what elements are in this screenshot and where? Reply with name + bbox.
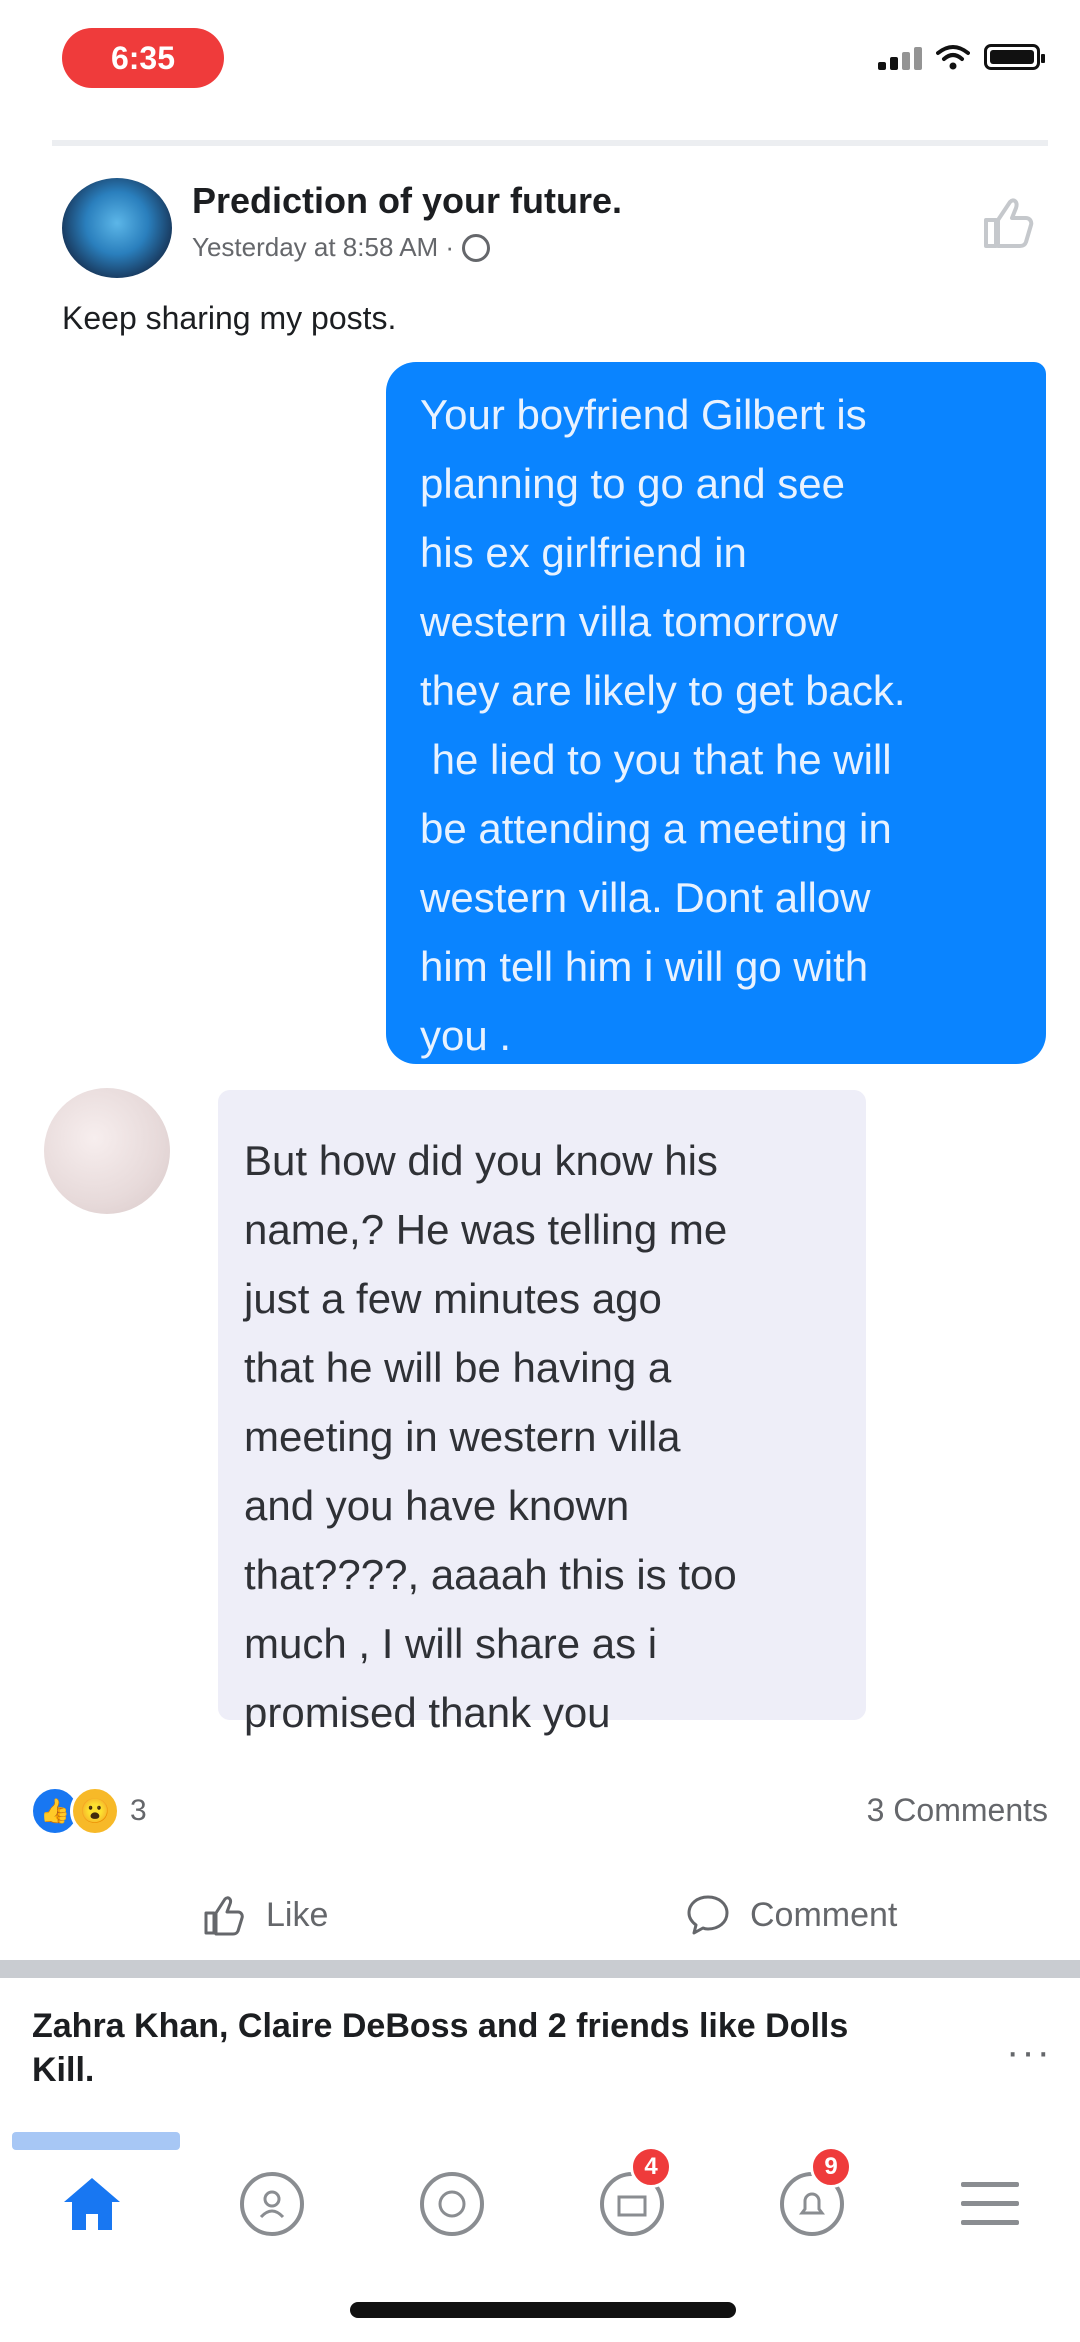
tab-menu[interactable]	[940, 2160, 1040, 2248]
incoming-message-bubble: But how did you know his name,? He was t…	[218, 1090, 866, 1736]
message-line: his ex girlfriend in	[420, 529, 747, 576]
message-line: be attending a meeting in	[420, 805, 892, 852]
outgoing-message-bubble: Your boyfriend Gilbert is planning to go…	[386, 362, 1046, 1064]
home-icon	[64, 2178, 120, 2230]
friends-activity-text[interactable]: Zahra Khan, Claire DeBoss and 2 friends …	[32, 2004, 912, 2092]
comments-count-link[interactable]: 3 Comments	[867, 1792, 1048, 1829]
comment-button[interactable]: Comment	[684, 1880, 897, 1950]
message-line: him tell him i will go with	[420, 943, 869, 990]
globe-icon	[462, 233, 491, 262]
like-button[interactable]: Like	[200, 1880, 328, 1950]
message-line: western villa tomorrow	[420, 598, 838, 645]
tab-marketplace[interactable]: 4	[582, 2146, 682, 2248]
tab-groups[interactable]	[402, 2160, 502, 2248]
page-avatar[interactable]	[62, 178, 172, 278]
more-options-icon[interactable]: ···	[1006, 2030, 1052, 2075]
post-caption: Keep sharing my posts.	[62, 300, 397, 336]
post-top-divider	[52, 140, 1048, 146]
message-line: they are likely to get back.	[420, 667, 906, 714]
message-line: that????, aaaah this is too	[244, 1551, 737, 1598]
thumbs-up-icon	[204, 1896, 244, 1936]
message-line: you .	[420, 1012, 512, 1059]
message-line: and you have known	[244, 1482, 630, 1529]
friends-icon	[240, 2172, 304, 2236]
message-line: much , I will share as i	[244, 1620, 658, 1667]
status-time: 6:35	[62, 28, 224, 88]
feed-separator	[0, 1960, 1080, 1978]
comment-label: Comment	[750, 1895, 898, 1934]
message-line: name,? He was telling me	[244, 1206, 728, 1253]
bottom-navigation: 4 9	[0, 2146, 1080, 2248]
message-line: western villa. Dont allow	[420, 874, 871, 921]
status-icons	[878, 44, 1045, 70]
page-name[interactable]: Prediction of your future.	[192, 180, 622, 222]
active-tab-indicator	[12, 2132, 180, 2150]
message-line: But how did you know his	[244, 1137, 718, 1184]
tab-friends[interactable]	[222, 2160, 322, 2248]
home-indicator	[350, 2302, 736, 2318]
comment-bubble-icon	[687, 1895, 729, 1935]
tab-home[interactable]	[42, 2160, 142, 2248]
marketplace-badge: 4	[630, 2146, 672, 2188]
battery-icon	[984, 44, 1045, 70]
post-meta: Yesterday at 8:58 AM ·	[192, 232, 491, 263]
cellular-signal-icon	[878, 47, 922, 70]
reactions-summary[interactable]: 👍 😮 3	[30, 1786, 147, 1836]
message-line: promised thank you	[244, 1689, 611, 1736]
message-line: meeting in western villa	[244, 1413, 681, 1460]
wow-reaction-icon: 😮	[70, 1786, 120, 1836]
reaction-count: 3	[130, 1794, 147, 1827]
message-line: Your boyfriend Gilbert is	[420, 391, 867, 438]
message-line: planning to go and see	[420, 460, 846, 507]
message-line: he lied to you that he will	[420, 736, 892, 783]
hamburger-menu-icon	[961, 2182, 1019, 2225]
message-line: that he will be having a	[244, 1344, 672, 1391]
wifi-icon	[936, 45, 970, 70]
post-timestamp: Yesterday at 8:58 AM ·	[192, 232, 455, 262]
thumbs-up-icon[interactable]	[972, 188, 1042, 258]
tab-notifications[interactable]: 9	[762, 2146, 862, 2248]
like-label: Like	[266, 1895, 329, 1934]
sender-avatar	[44, 1088, 170, 1214]
message-line: just a few minutes ago	[244, 1275, 662, 1322]
groups-icon	[420, 2172, 484, 2236]
notifications-badge: 9	[810, 2146, 852, 2188]
